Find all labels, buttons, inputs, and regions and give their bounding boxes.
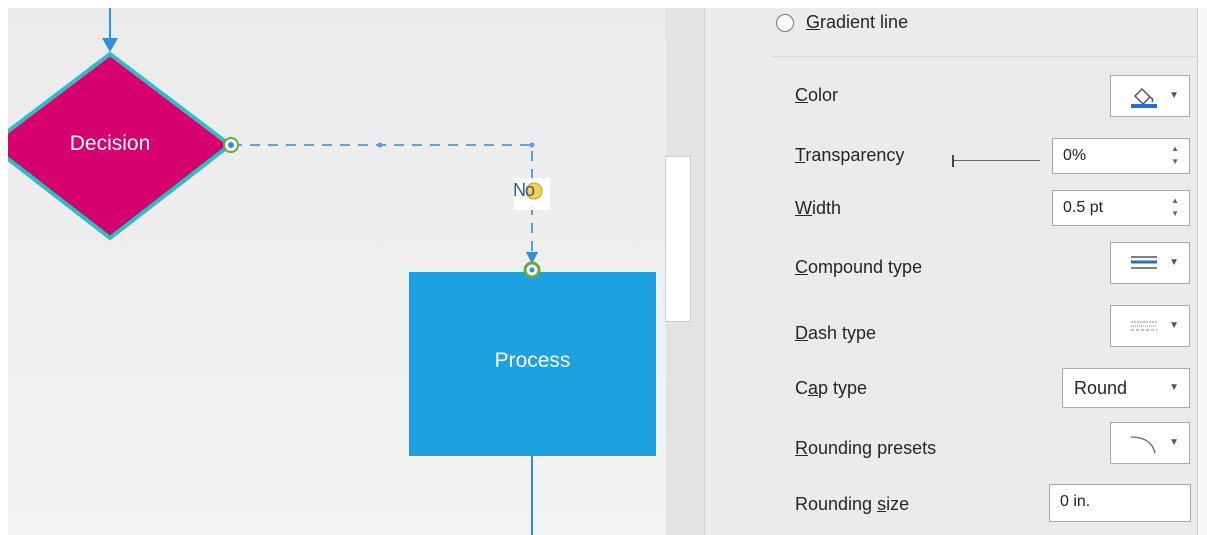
chevron-down-icon: ▼ <box>1169 257 1179 268</box>
connector-start-handle-dot <box>228 142 234 148</box>
spin-down-icon[interactable]: ▼ <box>1171 158 1179 166</box>
transparency-value[interactable]: 0% <box>1063 147 1086 165</box>
pane-divider <box>772 56 1198 57</box>
transparency-label: Transparency <box>795 145 905 165</box>
slider-thumb[interactable] <box>952 155 954 167</box>
rounding-size-label: Rounding size <box>795 494 910 514</box>
chevron-down-icon: ▼ <box>1169 437 1179 448</box>
slider-track <box>954 160 1040 161</box>
canvas-scrollbar-thumb[interactable] <box>665 156 691 322</box>
width-value[interactable]: 0.5 pt <box>1063 199 1103 217</box>
no-connector[interactable] <box>232 144 533 256</box>
rounding-size-value[interactable]: 0 in. <box>1060 493 1090 511</box>
color-picker-button[interactable]: ▼ <box>1110 75 1190 117</box>
process-label: Process <box>494 349 571 372</box>
paint-bucket-icon <box>1131 87 1157 108</box>
compound-lines-icon <box>1131 256 1157 269</box>
cap-type-dropdown[interactable]: Round ▼ <box>1062 368 1190 408</box>
width-spinner[interactable]: 0.5 pt ▲ ▼ <box>1052 190 1190 226</box>
segment-handle[interactable] <box>377 142 383 148</box>
dash-type-button[interactable]: ▼ <box>1110 305 1190 347</box>
transparency-spinner[interactable]: 0% ▲ ▼ <box>1052 138 1190 174</box>
rounding-presets-label: Rounding presets <box>795 438 937 458</box>
chevron-down-icon: ▼ <box>1169 382 1179 393</box>
spin-up-icon[interactable]: ▲ <box>1171 145 1179 153</box>
transparency-slider[interactable] <box>950 155 1040 167</box>
gradient-line-radio[interactable] <box>776 14 794 32</box>
compound-type-label: Compound type <box>795 257 923 277</box>
width-label: Width <box>795 198 842 218</box>
gradient-line-label[interactable]: Gradient line <box>806 12 908 33</box>
rounding-presets-button[interactable]: ▼ <box>1110 422 1190 464</box>
incoming-arrowhead <box>102 38 118 52</box>
rounded-corner-icon <box>1130 436 1156 454</box>
dash-type-label: Dash type <box>795 323 877 343</box>
compound-type-button[interactable]: ▼ <box>1110 242 1190 284</box>
connector-end-handle-dot <box>529 267 535 273</box>
spin-down-icon[interactable]: ▼ <box>1171 210 1179 218</box>
segment-handle[interactable] <box>529 142 535 148</box>
cap-type-label: Cap type <box>795 378 868 398</box>
app-window: Decision Process No Gradient line Color … <box>0 0 1207 535</box>
decision-label: Decision <box>69 132 151 155</box>
rounding-size-input[interactable]: 0 in. <box>1049 484 1191 522</box>
diagram <box>8 8 656 535</box>
spin-up-icon[interactable]: ▲ <box>1171 197 1179 205</box>
drawing-canvas[interactable]: Decision Process No <box>8 8 666 535</box>
chevron-down-icon: ▼ <box>1169 90 1179 101</box>
cap-type-value[interactable]: Round <box>1074 378 1127 399</box>
pane-scrollbar[interactable] <box>1197 8 1207 535</box>
connector-label: No <box>513 180 535 200</box>
chevron-down-icon: ▼ <box>1169 320 1179 331</box>
color-label: Color <box>795 85 839 105</box>
dash-lines-icon <box>1131 321 1157 331</box>
